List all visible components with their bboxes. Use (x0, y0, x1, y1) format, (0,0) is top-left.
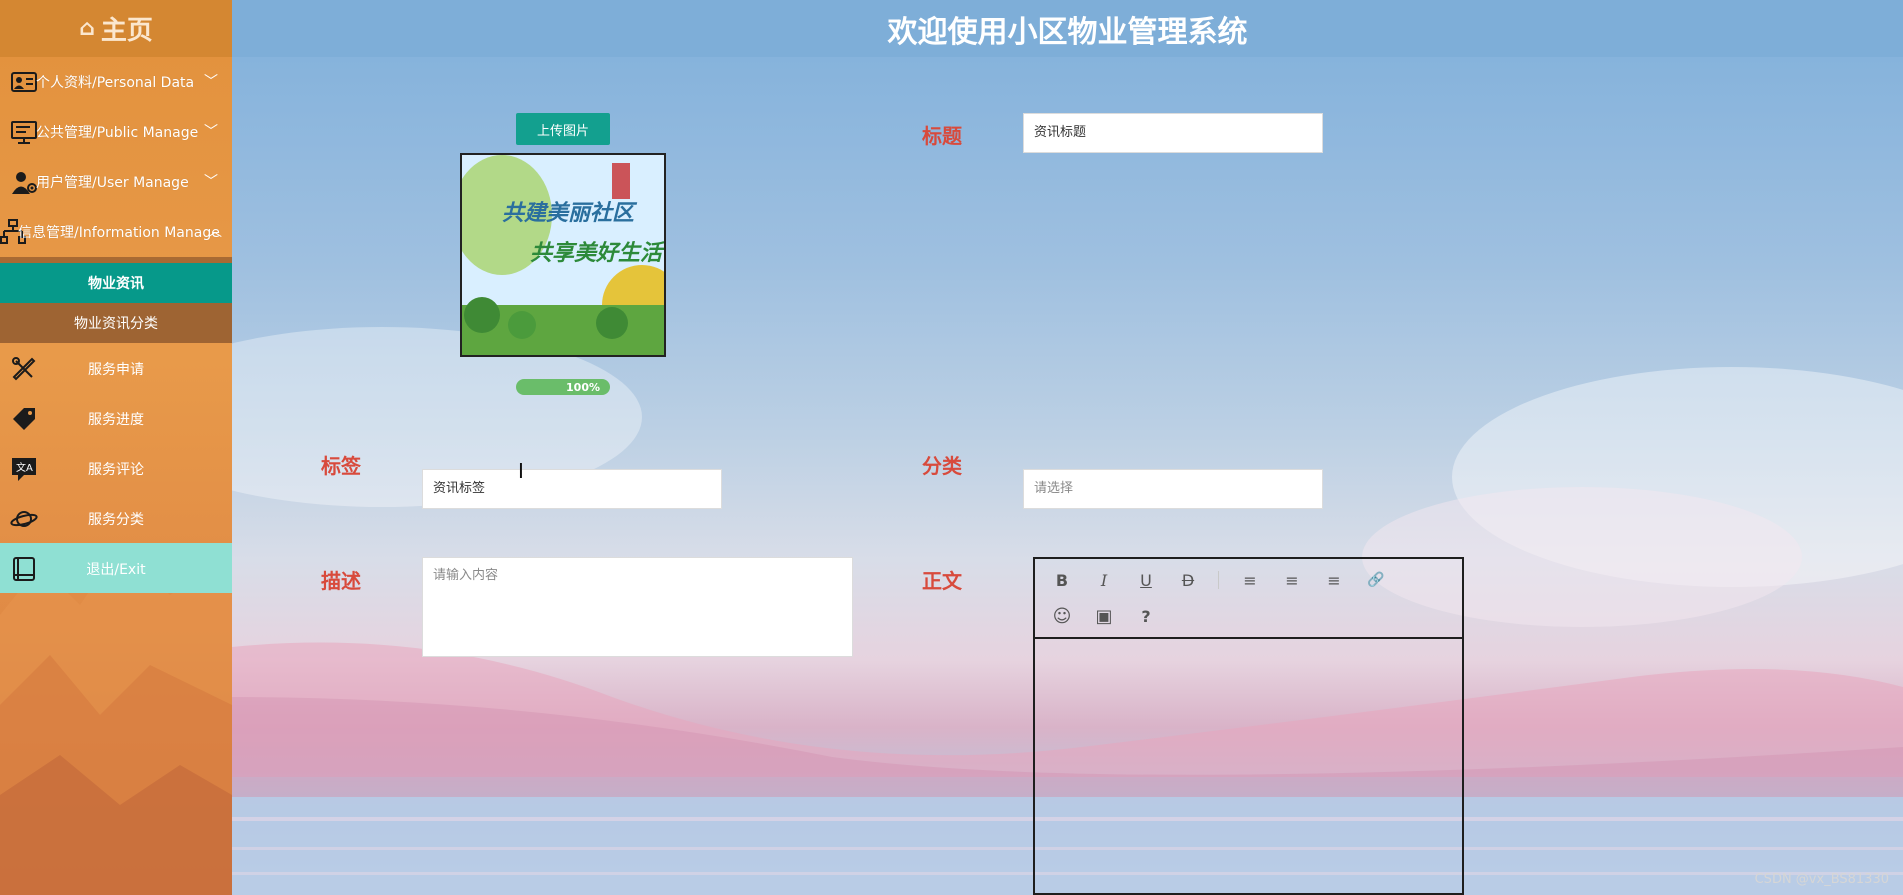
italic-icon[interactable]: I (1093, 569, 1115, 591)
sidebar-item-service-category[interactable]: 服务分类 (0, 493, 232, 543)
menu-public-manage[interactable]: 公共管理/Public Manage ﹀ (0, 107, 232, 157)
top-header: 欢迎使用小区物业管理系统 (232, 0, 1903, 57)
help-icon[interactable]: ? (1135, 605, 1157, 627)
sub-item-property-news[interactable]: 物业资讯 (0, 263, 232, 303)
menu-label: 信息管理/Information Manage (18, 225, 220, 241)
chevron-down-icon: ﹀ (204, 74, 218, 90)
align-left-icon[interactable]: ≡ (1239, 569, 1261, 591)
strikethrough-icon[interactable]: D (1177, 569, 1199, 591)
poster-line-1: 共建美丽社区 (502, 201, 635, 226)
align-right-icon[interactable]: ≡ (1323, 569, 1345, 591)
sidebar-item-service-comment[interactable]: 文A 服务评论 (0, 443, 232, 493)
upload-image-button[interactable]: 上传图片 (516, 113, 610, 145)
sidebar-item-service-progress[interactable]: 服务进度 (0, 393, 232, 443)
bold-icon[interactable]: B (1051, 569, 1073, 591)
underline-icon[interactable]: U (1135, 569, 1157, 591)
menu-user-manage[interactable]: 用户管理/User Manage ﹀ (0, 157, 232, 207)
rich-text-editor[interactable]: B I U D ≡ ≡ ≡ 🔗 ☺ ▣ ? (1033, 557, 1464, 895)
user-card-icon (11, 72, 37, 92)
sub-item-label: 物业资讯 (88, 276, 144, 292)
text-cursor-icon: I (518, 459, 524, 483)
tag-label: 标签 (321, 454, 361, 478)
menu-information-manage[interactable]: 信息管理/Information Manage ︿ (0, 207, 232, 263)
user-gear-icon (12, 172, 37, 194)
home-icon: ⌂ (79, 16, 95, 41)
sidebar-item-label: 服务进度 (88, 412, 144, 428)
category-label: 分类 (922, 454, 962, 478)
sidebar-item-label: 服务评论 (88, 462, 144, 478)
title-input[interactable]: 资讯标题 (1023, 113, 1323, 153)
menu-label: 个人资料/Personal Data (36, 75, 195, 91)
menu-personal-data[interactable]: 个人资料/Personal Data ﹀ (0, 57, 232, 107)
description-label: 描述 (321, 569, 361, 593)
menu-label: 用户管理/User Manage (36, 175, 189, 191)
image-icon[interactable]: ▣ (1093, 605, 1115, 627)
menu-label: 公共管理/Public Manage (36, 125, 199, 141)
monitor-icon (11, 121, 37, 144)
emoji-icon[interactable]: ☺ (1051, 605, 1073, 627)
home-link[interactable]: ⌂ 主页 (0, 0, 232, 57)
title-label: 标题 (922, 124, 962, 148)
sub-item-label: 物业资讯分类 (74, 316, 158, 332)
sidebar-item-label: 退出/Exit (86, 562, 146, 578)
link-icon[interactable]: 🔗 (1365, 569, 1387, 591)
sub-item-news-category[interactable]: 物业资讯分类 (0, 303, 232, 343)
chevron-up-icon: ︿ (208, 224, 222, 240)
sidebar: ⌂ 主页 个人资料/Personal Data ﹀ 公共管理/Public Ma… (0, 0, 232, 895)
sidebar-item-label: 服务申请 (88, 362, 144, 378)
description-textarea[interactable]: 请输入内容 (422, 557, 853, 657)
uploaded-image-preview[interactable]: 共建美丽社区 共享美好生活 (460, 153, 666, 357)
toolbar-divider (1218, 571, 1219, 589)
content-label: 正文 (922, 569, 962, 593)
chevron-down-icon: ﹀ (204, 124, 218, 140)
chevron-down-icon: ﹀ (204, 174, 218, 190)
tag-input[interactable]: 资讯标签 (422, 469, 722, 509)
main-content: 上传图片 共建美丽社区 共享美好生活 100% 标题 资讯标题 标签 资讯标签 … (232, 57, 1903, 895)
sidebar-item-service-apply[interactable]: 服务申请 (0, 343, 232, 393)
home-label: 主页 (100, 16, 153, 46)
align-center-icon[interactable]: ≡ (1281, 569, 1303, 591)
category-select[interactable]: 请选择 (1023, 469, 1323, 509)
watermark: CSDN @vx_BS81330 (1754, 872, 1889, 887)
sidebar-item-exit[interactable]: 退出/Exit (0, 543, 232, 593)
editor-toolbar: B I U D ≡ ≡ ≡ 🔗 ☺ ▣ ? (1035, 559, 1462, 639)
poster-line-2: 共享美好生活 (530, 241, 663, 266)
upload-progress-bar: 100% (516, 379, 610, 395)
page-title: 欢迎使用小区物业管理系统 (887, 14, 1248, 50)
sidebar-item-label: 服务分类 (88, 512, 144, 528)
